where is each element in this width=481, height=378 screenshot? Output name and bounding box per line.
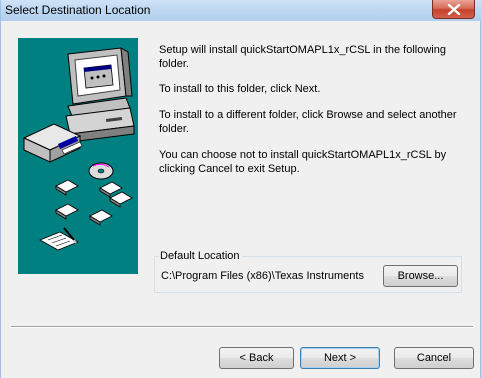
window-title: Select Destination Location xyxy=(5,3,151,17)
destination-path: C:\Program Files (x86)\Texas Instruments xyxy=(161,270,364,282)
cancel-button[interactable]: Cancel xyxy=(394,347,474,369)
message-click-cancel: You can choose not to install quickStart… xyxy=(159,149,447,175)
title-bar[interactable]: Select Destination Location xyxy=(1,0,481,21)
setup-illustration xyxy=(18,38,138,274)
browse-button[interactable]: Browse... xyxy=(383,265,458,287)
close-icon xyxy=(447,4,461,15)
default-location-label: Default Location xyxy=(159,250,242,262)
separator-highlight xyxy=(11,327,473,328)
back-button[interactable]: < Back xyxy=(219,347,294,369)
message-click-browse: To install to a different folder, click … xyxy=(159,109,457,135)
message-install-folder: Setup will install quickStartOMAPL1x_rCS… xyxy=(159,44,446,70)
next-button[interactable]: Next > xyxy=(300,347,380,369)
setup-dialog: Select Destination Location Setup will i… xyxy=(0,0,481,378)
setup-computer-illustration xyxy=(22,47,135,251)
close-button[interactable] xyxy=(432,0,475,19)
message-click-next: To install to this folder, click Next. xyxy=(159,83,321,95)
